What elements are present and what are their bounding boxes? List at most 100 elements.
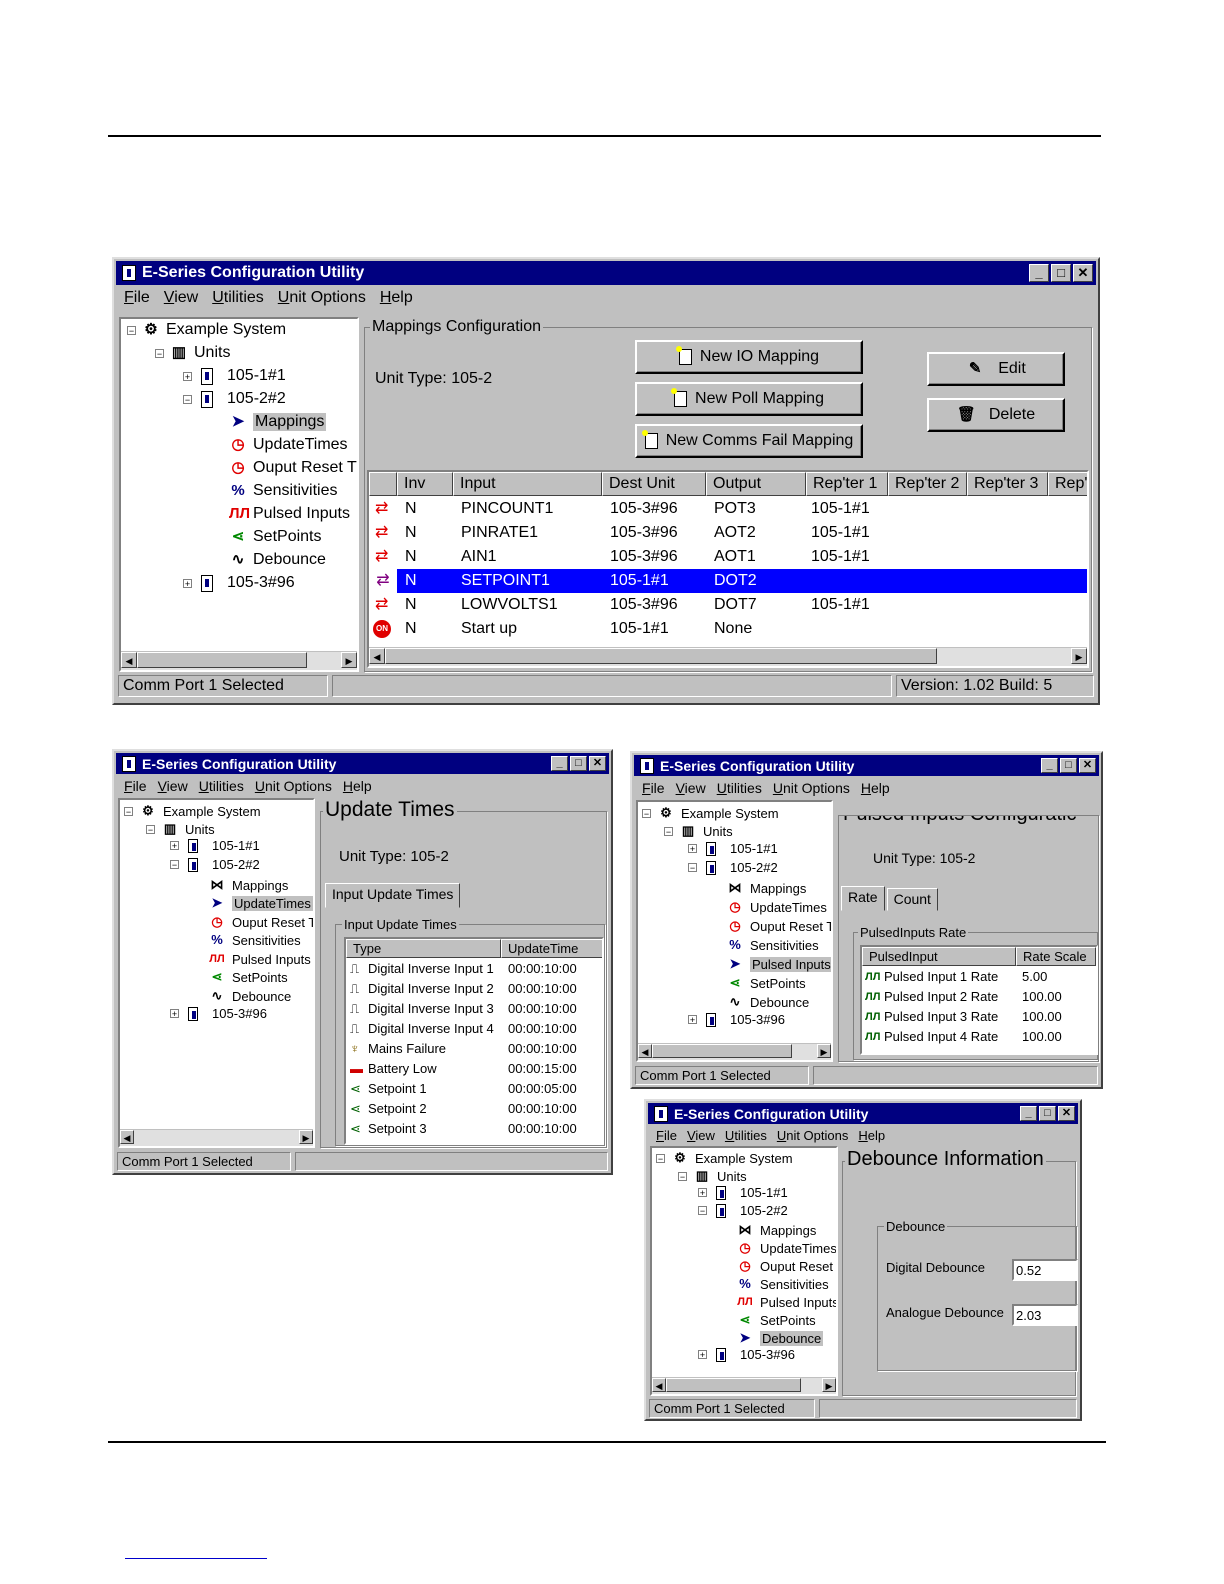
- tree-scrollbar[interactable]: ◀ ▶: [121, 651, 357, 670]
- scroll-left-icon[interactable]: ◀: [121, 652, 137, 668]
- table-scrollbar[interactable]: ◀ ▶: [369, 647, 1087, 666]
- minimize-button[interactable]: _: [551, 756, 568, 771]
- menu-help[interactable]: Help: [380, 289, 413, 307]
- col-header-updatetime[interactable]: UpdateTime: [501, 939, 602, 958]
- col-header-output[interactable]: Output: [706, 472, 806, 496]
- menu-unit-options[interactable]: Unit Options: [278, 289, 366, 307]
- tree-node-sensitivities[interactable]: % Sensitivities: [726, 936, 818, 954]
- scroll-right-icon[interactable]: ▶: [1071, 648, 1087, 664]
- menu-unit-options[interactable]: Unit Options: [777, 1128, 849, 1143]
- scroll-thumb[interactable]: [652, 1044, 792, 1058]
- collapse-icon[interactable]: −: [656, 1153, 665, 1163]
- table-row[interactable]: ⎍ Digital Inverse Input 1 00:00:10:00: [346, 959, 602, 979]
- tree-node-output-reset[interactable]: ◷ Ouput Reset T: [726, 917, 831, 935]
- col-header-dest-unit[interactable]: Dest Unit: [602, 472, 706, 496]
- tree-node-output-reset[interactable]: ◷ Ouput Reset T: [736, 1257, 836, 1275]
- table-row[interactable]: ⎍ Digital Inverse Input 4 00:00:10:00: [346, 1019, 602, 1039]
- expand-icon[interactable]: +: [688, 844, 697, 854]
- tree-node-mappings[interactable]: ⋈ Mappings: [726, 879, 807, 897]
- tree-view[interactable]: − ⚙ Example System − ▥ Units +105-1#1 −105-2…: [636, 800, 833, 1062]
- app-icon[interactable]: [654, 1105, 668, 1122]
- tree-node-setpoints[interactable]: ⋖ SetPoints: [726, 974, 806, 992]
- col-header-type[interactable]: Type: [346, 939, 501, 958]
- scroll-thumb[interactable]: [666, 1378, 801, 1392]
- tree-node-units[interactable]: − ▥ Units: [678, 1167, 747, 1185]
- digital-debounce-field[interactable]: 0.52: [1012, 1259, 1078, 1281]
- table-row[interactable]: ⋖ Setpoint 3 00:00:10:00: [346, 1119, 602, 1139]
- app-icon[interactable]: [122, 265, 136, 281]
- tree-node-sensitivities[interactable]: % Sensitivities: [229, 482, 337, 500]
- tree-node-root[interactable]: − ⚙ Example System: [642, 804, 779, 822]
- table-row[interactable]: ⇄ N PINRATE1 105-3#96 AOT2 105-1#1: [369, 521, 1087, 545]
- menu-view[interactable]: View: [158, 778, 188, 794]
- expand-icon[interactable]: +: [183, 578, 192, 588]
- table-row[interactable]: ON N Start up 105-1#1 None: [369, 617, 1087, 641]
- pulsed-inputs-table[interactable]: PulsedInput Rate Scale ЛЛ Pulsed Input 1 …: [860, 945, 1098, 1055]
- tree-node-pulsed-inputs[interactable]: ➤ Pulsed Inputs: [726, 955, 831, 973]
- close-button[interactable]: ✕: [1079, 758, 1096, 773]
- tree-node-debounce[interactable]: ∿ Debounce: [726, 993, 810, 1011]
- col-header-pulsedinput[interactable]: PulsedInput: [862, 947, 1016, 966]
- collapse-icon[interactable]: −: [678, 1171, 687, 1181]
- tree-node-unit-2[interactable]: −105-2#2: [170, 857, 260, 872]
- expand-icon[interactable]: +: [170, 1009, 179, 1019]
- tree-node-sensitivities[interactable]: % Sensitivities: [208, 931, 300, 949]
- table-row[interactable]: ЛЛ Pulsed Input 4 Rate 100.00: [862, 1027, 1096, 1047]
- tree-node-updatetimes[interactable]: ➤ UpdateTimes: [208, 894, 313, 912]
- menu-help[interactable]: Help: [343, 778, 372, 794]
- tree-node-setpoints[interactable]: ⋖ SetPoints: [736, 1311, 816, 1329]
- tree-node-unit-3[interactable]: +105-3#96: [688, 1012, 785, 1027]
- scroll-thumb[interactable]: [137, 652, 307, 668]
- menu-help[interactable]: Help: [858, 1128, 885, 1143]
- tree-node-setpoints[interactable]: ⋖ SetPoints: [229, 528, 322, 546]
- maximize-button[interactable]: □: [1051, 264, 1071, 282]
- tree-node-root[interactable]: − ⚙ Example System: [656, 1149, 793, 1167]
- tree-node-pulsed-inputs[interactable]: ЛЛ Pulsed Inputs: [736, 1293, 836, 1311]
- tree-node-unit-1[interactable]: +105-1#1: [688, 841, 778, 856]
- tab-input-update-times[interactable]: Input Update Times: [325, 883, 461, 908]
- collapse-icon[interactable]: −: [124, 806, 133, 816]
- menu-help[interactable]: Help: [861, 780, 890, 796]
- collapse-icon[interactable]: −: [170, 860, 179, 870]
- tree-node-mappings[interactable]: ➤ Mappings: [229, 413, 327, 431]
- menu-unit-options[interactable]: Unit Options: [255, 778, 332, 794]
- app-icon[interactable]: [640, 757, 654, 774]
- col-header-inv[interactable]: Inv: [397, 472, 453, 496]
- scroll-thumb[interactable]: [385, 648, 937, 664]
- tree-view[interactable]: − ⚙ Example System − ▥ Units +105-1#1 −105-2…: [650, 1146, 838, 1396]
- table-row-selected[interactable]: ⇄ N SETPOINT1 105-1#1 DOT2: [369, 569, 1087, 593]
- minimize-button[interactable]: _: [1020, 1106, 1037, 1121]
- tree-node-debounce[interactable]: ∿ Debounce: [208, 987, 292, 1005]
- tree-view[interactable]: − ⚙ Example System − ▥ Units +105-1#1 −105-2…: [119, 317, 359, 672]
- col-header-repter-3[interactable]: Rep'ter 3: [967, 472, 1048, 496]
- tree-node-unit-3[interactable]: +105-3#96: [183, 574, 295, 592]
- expand-icon[interactable]: +: [183, 371, 192, 381]
- table-row[interactable]: ⎍ Digital Inverse Input 3 00:00:10:00: [346, 999, 602, 1019]
- table-row[interactable]: ⎍ Digital Inverse Input 2 00:00:10:00: [346, 979, 602, 999]
- scroll-right-icon[interactable]: ▶: [817, 1044, 831, 1058]
- tree-node-mappings[interactable]: ⋈ Mappings: [208, 876, 289, 894]
- edit-button[interactable]: ✎ Edit: [927, 352, 1065, 386]
- tree-view[interactable]: − ⚙ Example System − ▥ Units +105-1#1 −105-2…: [118, 798, 315, 1148]
- col-header-icon[interactable]: [369, 472, 397, 496]
- scroll-left-icon[interactable]: ◀: [369, 648, 385, 664]
- close-button[interactable]: ✕: [1073, 264, 1093, 282]
- collapse-icon[interactable]: −: [183, 394, 192, 404]
- analogue-debounce-field[interactable]: 2.03: [1012, 1304, 1078, 1326]
- table-row[interactable]: ЛЛ Pulsed Input 1 Rate 5.00: [862, 967, 1096, 987]
- menu-utilities[interactable]: Utilities: [212, 289, 264, 307]
- tree-node-unit-1[interactable]: +105-1#1: [698, 1185, 788, 1200]
- scroll-right-icon[interactable]: ▶: [341, 652, 357, 668]
- table-row[interactable]: ⇄ N LOWVOLTS1 105-3#96 DOT7 105-1#1: [369, 593, 1087, 617]
- collapse-icon[interactable]: −: [642, 808, 651, 818]
- minimize-button[interactable]: _: [1041, 758, 1058, 773]
- table-row[interactable]: ♆ Mains Failure 00:00:10:00: [346, 1039, 602, 1059]
- tree-node-unit-2[interactable]: −105-2#2: [698, 1203, 788, 1218]
- tree-node-units[interactable]: − ▥ Units: [146, 820, 215, 838]
- scroll-left-icon[interactable]: ◀: [120, 1130, 134, 1144]
- collapse-icon[interactable]: −: [664, 826, 673, 836]
- tree-node-unit-2[interactable]: −105-2#2: [688, 860, 778, 875]
- col-header-repter-1[interactable]: Rep'ter 1: [806, 472, 888, 496]
- scroll-left-icon[interactable]: ◀: [652, 1378, 666, 1392]
- table-row[interactable]: ЛЛ Pulsed Input 3 Rate 100.00: [862, 1007, 1096, 1027]
